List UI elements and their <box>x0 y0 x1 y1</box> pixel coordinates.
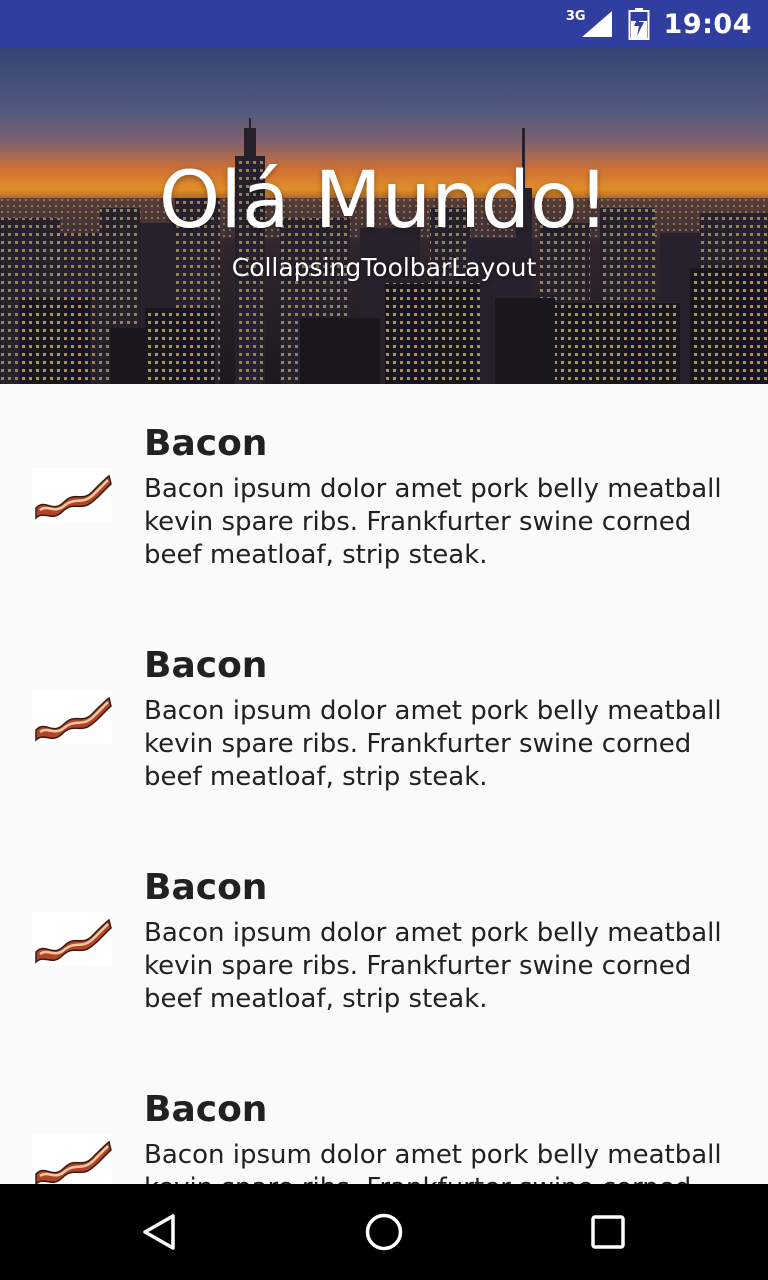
back-button[interactable] <box>100 1184 220 1280</box>
list-item[interactable]: Bacon Bacon ipsum dolor amet pork belly … <box>0 384 768 606</box>
app-screen: 3G 19:04 Olá Mundo! CollapsingToolbarLay… <box>0 0 768 1280</box>
collapsing-toolbar: Olá Mundo! CollapsingToolbarLayout <box>0 48 768 384</box>
bacon-icon <box>32 1134 112 1184</box>
header-title: Olá Mundo! <box>158 156 610 246</box>
item-title: Bacon <box>144 1089 268 1130</box>
item-title: Bacon <box>144 423 268 464</box>
recents-icon <box>591 1215 625 1249</box>
back-icon <box>143 1214 175 1250</box>
navigation-bar <box>0 1184 768 1280</box>
item-title: Bacon <box>144 645 268 686</box>
header-subtitle: CollapsingToolbarLayout <box>231 253 537 282</box>
item-body: Bacon ipsum dolor amet pork belly meatba… <box>144 918 722 1014</box>
network-type-label: 3G <box>565 8 586 24</box>
list-item[interactable]: Bacon Bacon ipsum dolor amet pork belly … <box>0 606 768 828</box>
status-icons: 3G 19:04 <box>566 0 752 48</box>
status-bar: 3G 19:04 <box>0 0 768 48</box>
item-body: Bacon ipsum dolor amet pork belly meatba… <box>144 474 722 570</box>
home-icon <box>365 1213 403 1251</box>
battery-icon <box>628 8 650 40</box>
item-title: Bacon <box>144 867 268 908</box>
list-item[interactable]: Bacon Bacon ipsum dolor amet pork belly … <box>0 828 768 1050</box>
recents-button[interactable] <box>548 1184 668 1280</box>
item-body: Bacon ipsum dolor amet pork belly meatba… <box>144 1140 722 1184</box>
item-body: Bacon ipsum dolor amet pork belly meatba… <box>144 696 722 792</box>
bacon-icon <box>32 912 112 966</box>
list-item[interactable]: Bacon Bacon ipsum dolor amet pork belly … <box>0 1050 768 1184</box>
bacon-icon <box>32 690 112 744</box>
item-list[interactable]: Bacon Bacon ipsum dolor amet pork belly … <box>0 384 768 1184</box>
clock: 19:04 <box>663 8 752 40</box>
home-button[interactable] <box>324 1184 444 1280</box>
bacon-icon <box>32 468 112 522</box>
